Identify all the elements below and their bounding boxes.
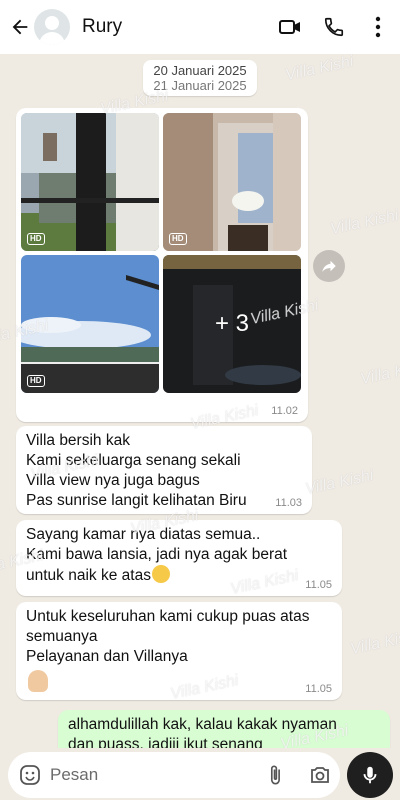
watermark: Villa Kishi [303,467,375,499]
phone-icon [324,17,344,37]
more-vert-icon [375,16,381,38]
voice-call-button[interactable] [312,0,356,54]
message-input-bar: Pesan [0,748,400,800]
photo-1[interactable]: HD [21,113,159,251]
message-time: 11.03 [275,497,302,509]
more-photos-count[interactable]: + 3 [163,255,301,393]
camera-icon[interactable] [308,763,332,787]
message-placeholder: Pesan [50,765,99,784]
hd-badge: HD [27,233,45,245]
attach-icon[interactable] [264,763,286,787]
incoming-message[interactable]: Sayang kamar nya diatas semua.. Kami baw… [16,520,342,596]
chat-header: Rury [0,0,400,54]
photo-4-more[interactable]: + 3 [163,255,301,393]
photo-2[interactable]: HD [163,113,301,251]
outgoing-message[interactable]: alhamdulillah kak, kalau kakak nyaman da… [58,710,390,748]
contact-name[interactable]: Rury [82,16,268,38]
date-label-overlap: 21 Januari 2025 [153,78,247,93]
video-call-icon [279,20,300,34]
voice-message-button[interactable] [347,752,393,798]
photo-2-image [163,113,301,251]
message-time: 11.05 [305,579,332,591]
back-arrow-icon [12,19,28,35]
watermark: Villa Kishi [328,207,400,239]
message-time: 11.05 [305,683,332,695]
more-options-button[interactable] [356,0,400,54]
date-label: 20 Januari 2025 [153,63,247,78]
incoming-message[interactable]: Untuk keseluruhan kami cukup puas atas s… [16,602,342,700]
back-button[interactable] [2,0,38,54]
incoming-message[interactable]: Villa bersih kak Kami sekeluarga senang … [16,426,312,514]
watermark: Villa Kishi [348,627,400,659]
message-text: Untuk keseluruhan kami cukup puas atas s… [26,608,310,665]
watermark: Villa Kishi [283,54,355,85]
mic-icon [363,766,377,784]
forward-button[interactable] [313,250,345,282]
photo-1-image [21,113,159,251]
message-text: Sayang kamar nya diatas semua.. Kami baw… [26,525,332,586]
pinched-fingers-emoji-icon [28,670,48,692]
avatar[interactable] [34,9,70,45]
emoji-icon[interactable] [18,763,42,787]
hd-badge: HD [27,375,45,387]
date-divider: 20 Januari 2025 21 Januari 2025 [143,60,257,96]
hd-badge: HD [169,233,187,245]
forward-icon [322,260,336,272]
message-input[interactable]: Pesan [8,752,340,798]
sweat-smile-emoji-icon [151,565,170,583]
message-text: alhamdulillah kak, kalau kakak nyaman da… [68,716,337,748]
photo-3[interactable]: HD [21,255,159,393]
watermark: Villa Kishi [358,357,400,389]
message-text: Villa bersih kak Kami sekeluarga senang … [26,432,247,509]
video-call-button[interactable] [268,0,312,54]
chat-area[interactable]: 20 Januari 2025 21 Januari 2025 HD HD HD… [0,54,400,748]
photo-album-message[interactable]: HD HD HD + 3 11.02 [16,108,308,422]
photo-3-image [21,255,159,393]
message-time: 11.02 [271,405,298,417]
